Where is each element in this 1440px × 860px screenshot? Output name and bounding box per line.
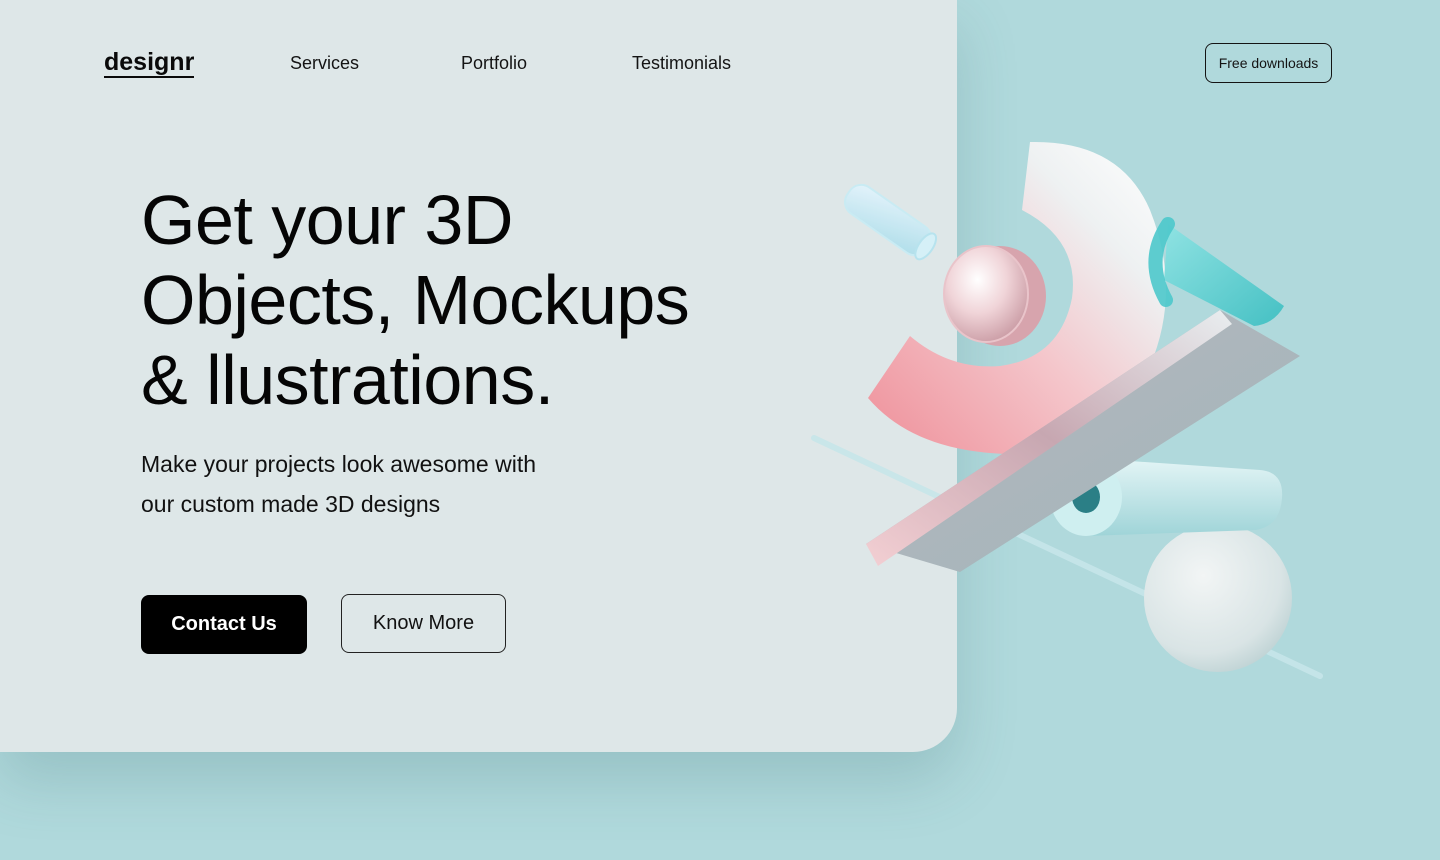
know-more-button[interactable]: Know More xyxy=(341,594,506,653)
3d-shapes-illustration xyxy=(811,141,1323,679)
nav-link-services[interactable]: Services xyxy=(290,52,359,74)
hero-headline: Get your 3D Objects, Mockups & llustrati… xyxy=(141,180,821,420)
free-downloads-button[interactable]: Free downloads xyxy=(1205,43,1332,83)
hero-subtitle: Make your projects look awesome with our… xyxy=(141,444,661,524)
stone-sphere-shape xyxy=(1144,524,1292,672)
hero-subtitle-line-1: Make your projects look awesome with xyxy=(141,451,536,477)
hero-headline-line-2: Objects, Mockups xyxy=(141,261,690,339)
glass-capsule-shape xyxy=(844,183,938,261)
teal-half-ring-shape xyxy=(1164,224,1284,326)
contact-us-button[interactable]: Contact Us xyxy=(141,595,307,654)
metal-disc-shape xyxy=(943,245,1046,346)
nav-link-testimonials[interactable]: Testimonials xyxy=(632,52,731,74)
nav-link-portfolio[interactable]: Portfolio xyxy=(461,52,527,74)
hero-subtitle-line-2: our custom made 3D designs xyxy=(141,491,441,517)
hero-headline-line-3: & llustrations. xyxy=(141,341,554,419)
hero-headline-line-1: Get your 3D xyxy=(141,181,513,259)
logo-link[interactable]: designr xyxy=(104,48,195,78)
